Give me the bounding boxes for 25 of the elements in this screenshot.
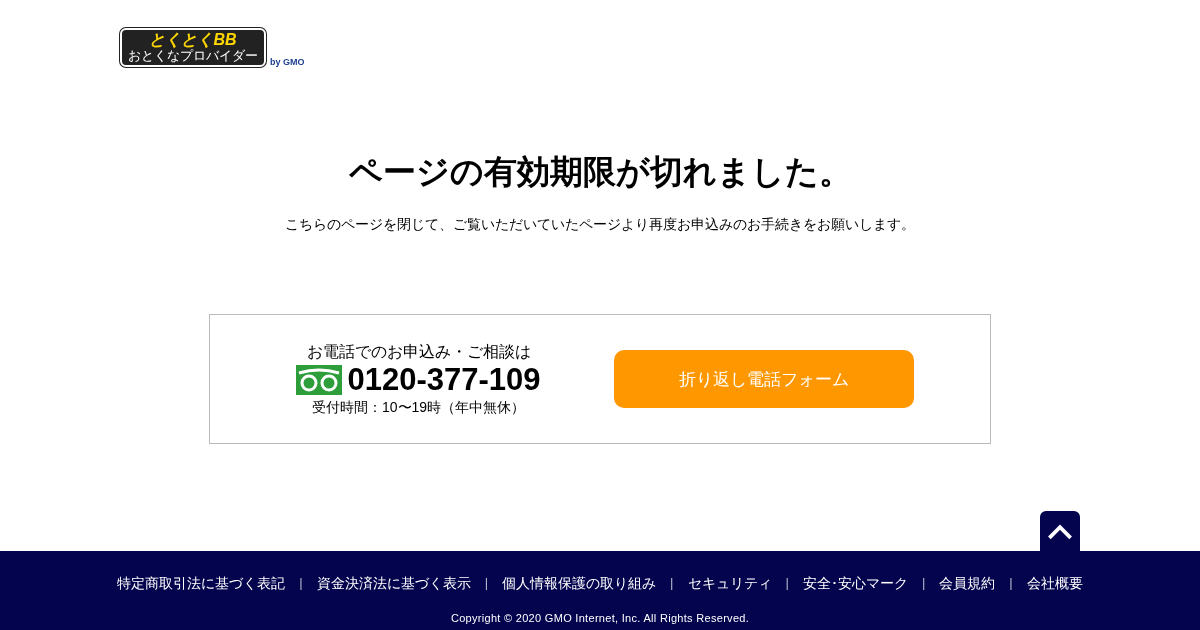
separator: | — [483, 574, 490, 592]
contact-lead-text: お電話でのお申込み・ご相談は — [306, 342, 531, 362]
copyright-text: Copyright © 2020 GMO Internet, Inc. All Rights Reserved. — [450, 612, 750, 624]
logo-by-text: by GMO — [270, 57, 305, 67]
separator: | — [669, 574, 675, 592]
back-to-top-button[interactable] — [1040, 511, 1080, 551]
separator: | — [298, 574, 304, 592]
hours-text: 受付時間：10〜19時（年中無休） — [311, 398, 526, 416]
footer-link[interactable]: 会社概要 — [1026, 574, 1083, 592]
footer-link[interactable]: 会員規約 — [939, 574, 996, 592]
separator: | — [784, 574, 790, 592]
footer-link[interactable]: 個人情報保護の取り組み — [502, 574, 657, 592]
footer-link[interactable]: 特定商取引法に基づく表記 — [117, 574, 286, 592]
logo-tagline: おとくなプロバイダー — [128, 48, 258, 63]
free-dial-icon — [296, 365, 343, 395]
separator: | — [1008, 574, 1014, 592]
logo-text: とくとくBB — [149, 31, 237, 48]
page-heading: ページの有効期限が切れました。 — [348, 152, 852, 192]
separator: | — [920, 574, 927, 592]
message-text: こちらのページを閉じて、ご覧いただいていたページより再度お申込みのお手続きをお願いします。 — [285, 215, 915, 234]
phone-number: 0120-377-109 — [347, 362, 541, 398]
footer-link[interactable]: セキュリティ — [687, 574, 772, 592]
footer-link[interactable]: 資金決済法に基づく表示 — [316, 574, 471, 592]
chevron-up-icon — [1047, 522, 1073, 540]
footer-link[interactable]: 安全･安心マーク — [802, 574, 908, 592]
